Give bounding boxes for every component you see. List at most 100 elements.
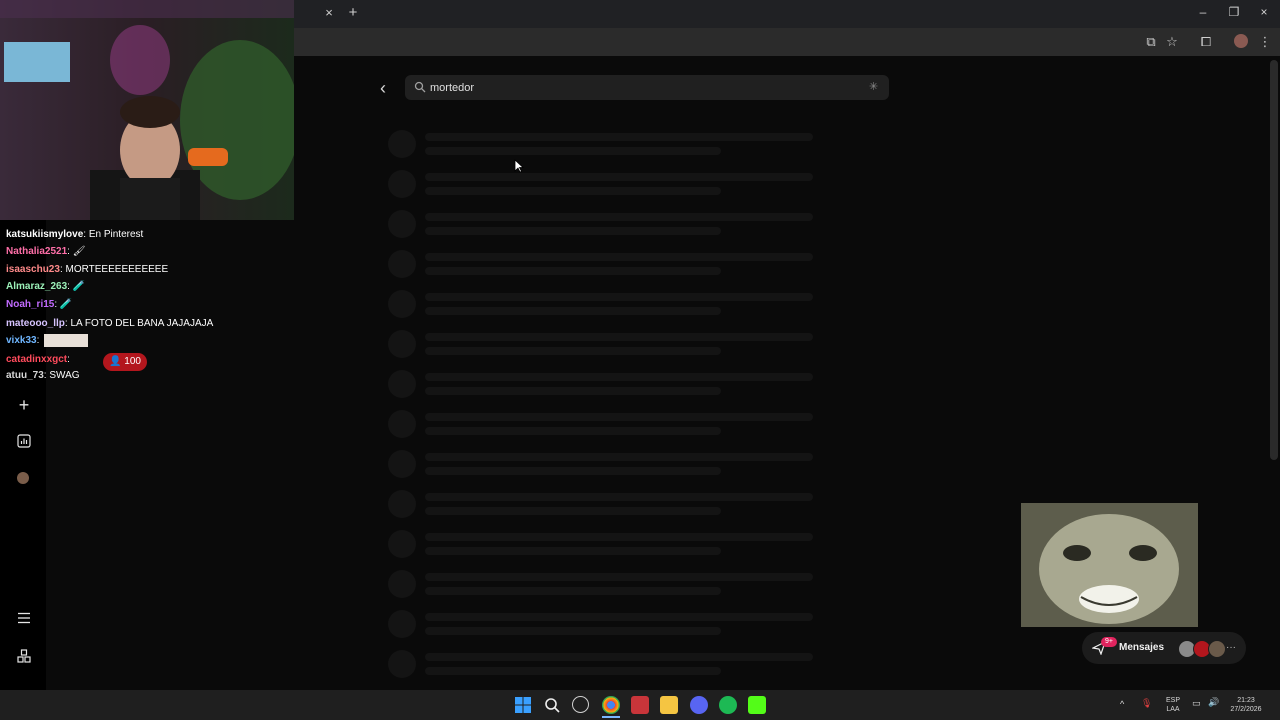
chat-text: 🧪: [72, 281, 86, 292]
cat-video-overlay: [1021, 503, 1198, 627]
skeleton-line: [425, 133, 813, 141]
volume-icon[interactable]: 🔊: [1208, 697, 1219, 708]
close-tab-icon[interactable]: ×: [322, 5, 336, 21]
minimize-button[interactable]: –: [1193, 5, 1213, 21]
profile-avatar[interactable]: [17, 472, 29, 484]
windows-start-icon[interactable]: [514, 696, 532, 714]
chrome-icon[interactable]: [602, 696, 620, 714]
skeleton-line: [425, 627, 721, 635]
chat-message: Nathalia2521: 🖌: [6, 245, 85, 259]
active-indicator: [602, 716, 620, 718]
display-icon[interactable]: ▭: [1192, 698, 1201, 709]
skeleton-avatar: [388, 530, 416, 558]
close-window-button[interactable]: ×: [1254, 5, 1274, 21]
chat-text: En Pinterest: [88, 229, 144, 240]
skeleton-line: [425, 667, 721, 675]
skeleton-row: [388, 250, 818, 284]
skeleton-avatar: [388, 130, 416, 158]
viewer-icon: 👤: [109, 356, 122, 367]
skeleton-line: [425, 453, 813, 461]
skeleton-row: [388, 370, 818, 404]
chat-username: mateooo_llp: [6, 318, 65, 329]
more-icon[interactable]: [17, 649, 31, 663]
skeleton-row: [388, 570, 818, 604]
chat-emote-image: [44, 334, 89, 347]
language-indicator[interactable]: ESP LAA: [1162, 696, 1184, 714]
skeleton-line: [425, 493, 813, 501]
chat-message: Noah_ri15: 🧪: [6, 298, 72, 312]
skeleton-avatar: [388, 650, 416, 678]
browser-profile-avatar[interactable]: [1234, 34, 1248, 48]
microphone-icon[interactable]: 🎙: [1141, 698, 1152, 710]
webcam-overlay: [0, 0, 294, 220]
skeleton-line: [425, 307, 721, 315]
chat-text: 🖌: [72, 246, 86, 257]
spotify-icon[interactable]: [719, 696, 737, 714]
restore-button[interactable]: ❐: [1224, 5, 1244, 21]
skeleton-avatar: [388, 570, 416, 598]
avatar: [1208, 640, 1226, 658]
skeleton-row: [388, 650, 818, 684]
skeleton-line: [425, 573, 813, 581]
skeleton-row: [388, 330, 818, 364]
folder-icon[interactable]: [660, 696, 678, 714]
skeleton-line: [425, 333, 813, 341]
skeleton-line: [425, 213, 813, 221]
skeleton-line: [425, 293, 813, 301]
dashboard-icon[interactable]: [17, 434, 31, 448]
chat-message: mateooo_llp: LA FOTO DEL BANA JAJAJAJA: [6, 317, 213, 331]
page-scrollbar[interactable]: [1270, 60, 1278, 460]
skeleton-row: [388, 490, 818, 524]
skeleton-line: [425, 253, 813, 261]
clock[interactable]: 21:23 27/2/2026: [1222, 696, 1270, 714]
kick-icon[interactable]: [748, 696, 766, 714]
chat-text: LA FOTO DEL BANA JAJAJAJA: [70, 318, 214, 329]
new-tab-button[interactable]: +: [346, 4, 360, 22]
skeleton-avatar: [388, 610, 416, 638]
tray-chevron-icon[interactable]: ^: [1120, 699, 1124, 709]
skeleton-avatar: [388, 490, 416, 518]
chat-username: vixk33: [6, 335, 37, 347]
chat-username: Noah_ri15: [6, 299, 55, 310]
back-arrow-icon[interactable]: ‹: [380, 78, 396, 98]
chat-message: Almaraz_263: 🧪: [6, 280, 85, 294]
extensions-icon[interactable]: ⧠: [1197, 33, 1215, 51]
skeleton-line: [425, 373, 813, 381]
chat-username: Nathalia2521: [6, 246, 68, 257]
menu-icon[interactable]: [17, 612, 31, 624]
chat-username: Almaraz_263: [6, 281, 68, 292]
chat-text: MORTEEEEEEEEEEE: [65, 264, 169, 275]
chat-separator: :: [36, 335, 43, 347]
skeleton-row: [388, 170, 818, 204]
skeleton-line: [425, 227, 721, 235]
more-dots-icon[interactable]: ···: [1226, 642, 1236, 653]
bookmark-star-icon[interactable]: ☆: [1163, 33, 1181, 51]
chat-text: 🧪: [59, 299, 73, 310]
skeleton-avatar: [388, 410, 416, 438]
skeleton-avatar: [388, 170, 416, 198]
chat-message: atuu_73: SWAG: [6, 369, 80, 383]
browser-menu-icon[interactable]: ⋮: [1256, 33, 1274, 51]
chat-separator: :: [67, 354, 70, 365]
skeleton-line: [425, 507, 721, 515]
app-icon[interactable]: [631, 696, 649, 714]
skeleton-row: [388, 610, 818, 644]
create-icon[interactable]: +: [13, 394, 35, 416]
install-app-icon[interactable]: ⧉: [1142, 33, 1160, 51]
unread-badge: 9+: [1101, 637, 1117, 647]
skeleton-avatar: [388, 450, 416, 478]
discord-icon[interactable]: [690, 696, 708, 714]
messages-label: Mensajes: [1119, 642, 1165, 653]
obs-icon[interactable]: [572, 696, 589, 713]
skeleton-avatar: [388, 330, 416, 358]
skeleton-line: [425, 467, 721, 475]
search-input[interactable]: [430, 79, 850, 97]
skeleton-line: [425, 653, 813, 661]
taskbar-search-icon[interactable]: [543, 696, 561, 714]
skeleton-line: [425, 413, 813, 421]
skeleton-row: [388, 290, 818, 324]
skeleton-line: [425, 587, 721, 595]
viewer-count-badge: 👤 100: [103, 353, 147, 371]
skeleton-line: [425, 267, 721, 275]
chat-message: vixk33:: [6, 334, 89, 348]
